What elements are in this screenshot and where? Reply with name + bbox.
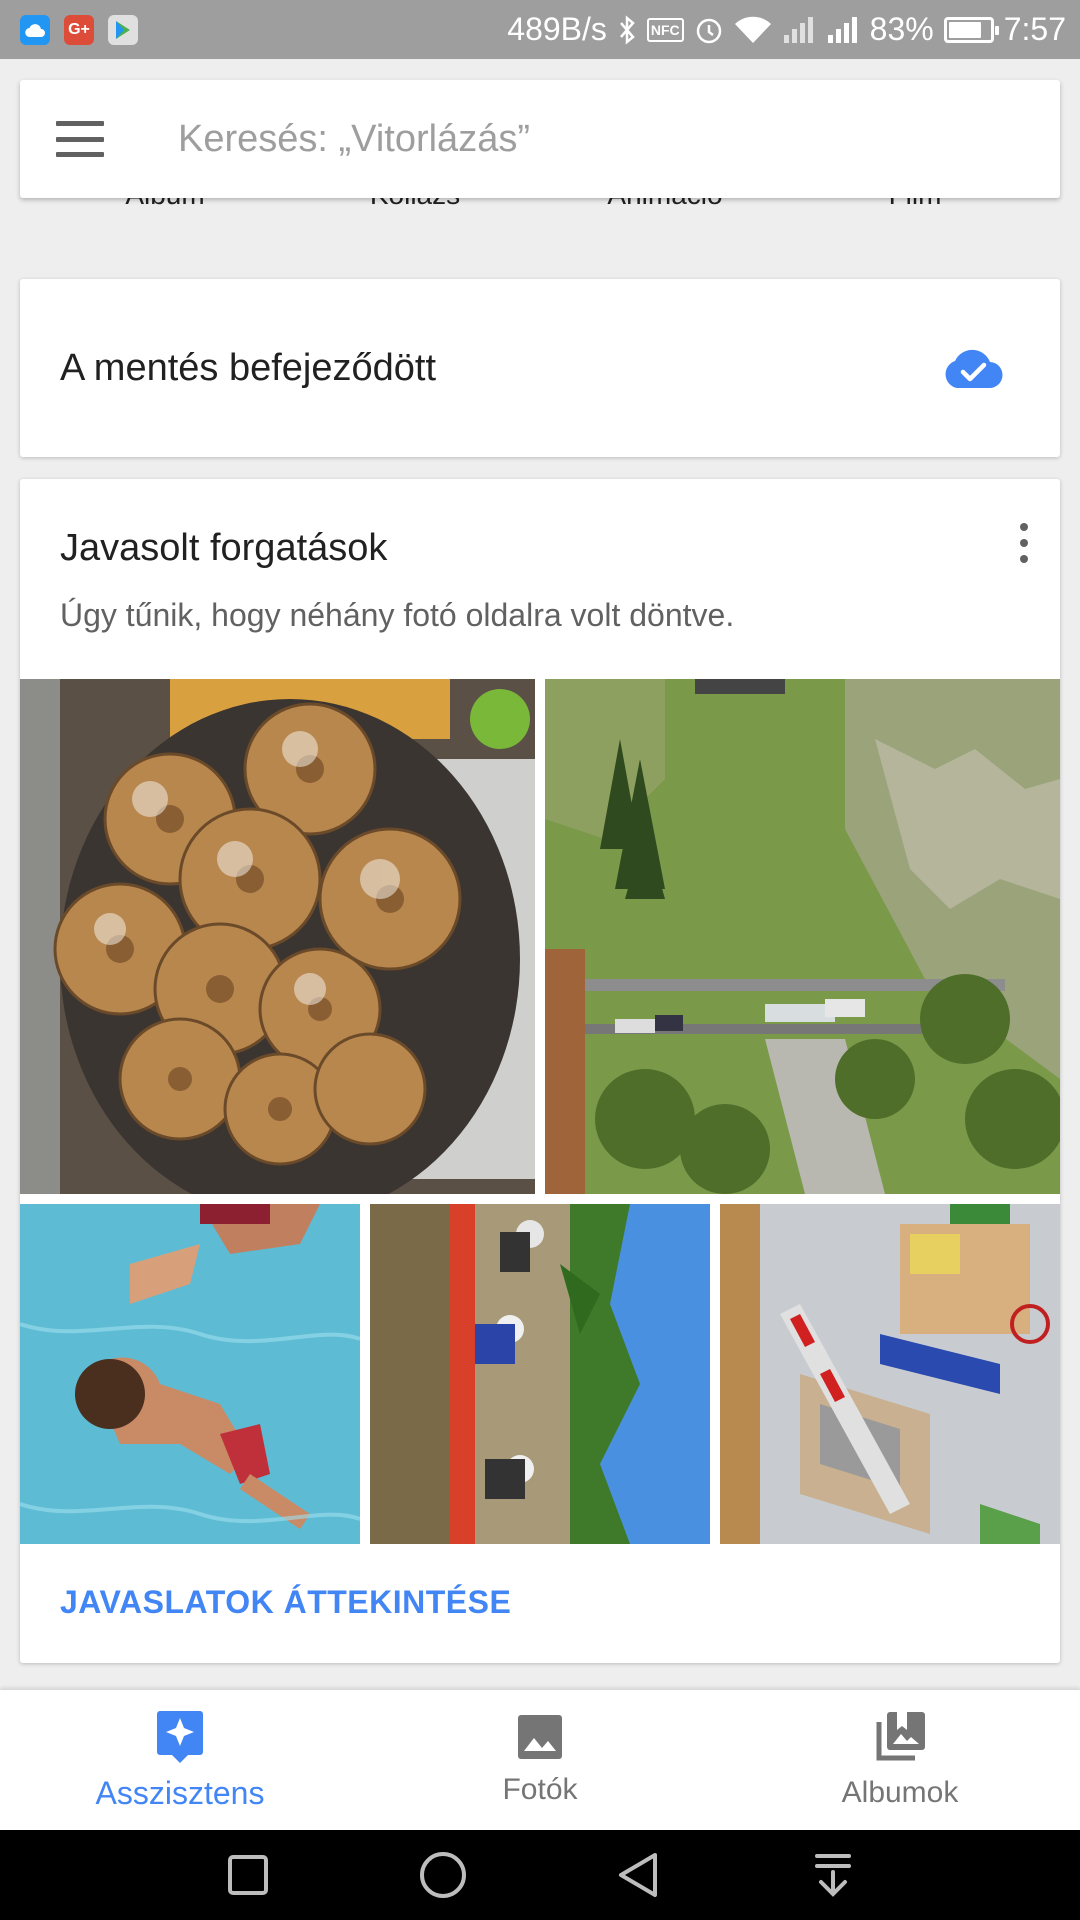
cloud-icon — [20, 14, 50, 45]
bluetooth-icon — [619, 14, 635, 45]
swimming-pool-photo[interactable] — [20, 1204, 360, 1544]
donuts-photo[interactable] — [20, 679, 535, 1194]
network-speed: 489B/s — [507, 11, 607, 47]
play-store-icon — [108, 14, 138, 45]
nav-assistant-tab[interactable]: Asszisztens — [0, 1690, 360, 1830]
lego-station-photo[interactable] — [720, 1204, 1060, 1544]
nav-photos-tab[interactable]: Fotók — [360, 1690, 720, 1830]
assistant-icon — [157, 1710, 203, 1763]
search-bar — [20, 80, 1060, 198]
notification-icons: G+ — [20, 14, 138, 45]
nav-assistant-label: Asszisztens — [95, 1774, 265, 1811]
nav-albums-label: Albumok — [841, 1776, 959, 1809]
signal-icon-sim2 — [827, 16, 857, 43]
menu-icon[interactable] — [56, 121, 104, 157]
card-subtitle: Úgy tűnik, hogy néhány fotó oldalra volt… — [60, 597, 735, 633]
battery-percent: 83% — [869, 11, 934, 47]
search-input[interactable] — [178, 117, 958, 161]
battery-level — [948, 21, 982, 38]
card-title: Javasolt forgatások — [60, 527, 388, 569]
photo-icon — [518, 1715, 562, 1759]
nav-albums-tab[interactable]: Albumok — [720, 1690, 1080, 1830]
mountain-railway-photo[interactable] — [545, 679, 1060, 1194]
clock: 7:57 — [1003, 11, 1066, 47]
recents-icon[interactable] — [218, 1845, 278, 1905]
wifi-icon — [734, 16, 771, 43]
nav-photos-label: Fotók — [502, 1773, 578, 1806]
nfc-icon: NFC — [646, 17, 684, 42]
backup-status-text: A mentés befejeződött — [60, 346, 437, 389]
google-plus-icon: G+ — [64, 14, 94, 45]
battery-icon — [943, 16, 999, 43]
albums-icon — [876, 1712, 925, 1761]
backup-status-card: A mentés befejeződött — [20, 279, 1060, 457]
cloud-done-icon — [945, 349, 1003, 389]
status-indicators: 489B/s NFC 83% 7:57 — [507, 11, 1066, 48]
bottom-navigation: Asszisztens Fotók Albumok — [0, 1690, 1080, 1830]
assistant-feed[interactable]: Album Kollázs Animáció Film A mentés bef… — [0, 59, 1080, 1690]
suggested-rotations-card: Javasolt forgatások Úgy tűnik, hogy néhá… — [20, 479, 1060, 1663]
review-suggestions-button[interactable]: JAVASLATOK ÁTTEKINTÉSE — [60, 1584, 511, 1621]
signal-icon-sim1 — [783, 16, 813, 43]
status-bar: G+ 489B/s NFC 83% 7:57 — [0, 0, 1080, 59]
alarm-icon — [696, 18, 721, 43]
back-icon[interactable] — [608, 1845, 668, 1905]
home-icon[interactable] — [413, 1845, 473, 1905]
notification-pull-icon[interactable] — [803, 1845, 863, 1905]
more-options-icon[interactable] — [1018, 523, 1030, 563]
kayaking-photo[interactable] — [370, 1204, 710, 1544]
system-navigation-bar — [0, 1830, 1080, 1920]
